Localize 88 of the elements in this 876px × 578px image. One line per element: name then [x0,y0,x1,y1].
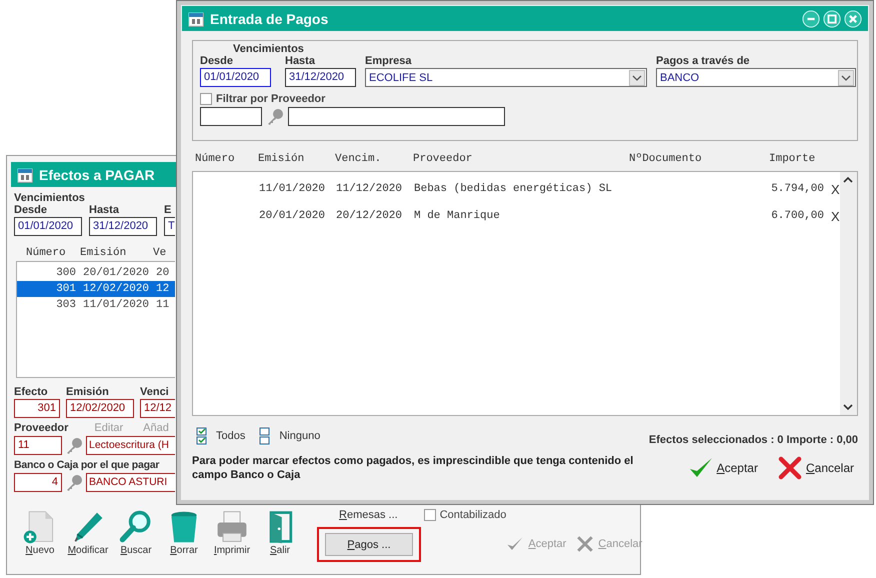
select-all-button[interactable]: Todos [196,427,246,445]
key-icon[interactable] [65,474,83,492]
field-label: Emisión [66,386,110,398]
column-header: Ve [153,247,166,261]
field-label: Venci [140,386,170,398]
calendar-icon [17,166,33,182]
table-cell-text: 5.794,00 [770,182,824,197]
section-label: Vencimientos [14,192,86,204]
empty-boxes-icon [259,427,272,445]
field-label: Efecto [14,386,49,398]
pagos-dropdown[interactable]: BANCO [656,68,856,87]
scrollbar[interactable] [840,172,857,415]
table-cell-text: 20/01/2020 [259,209,326,224]
list-box[interactable]: 300 20/01/2020 20 301 12/02/2020 12 303 11/01/2020 11 [16,261,175,378]
select-none-button[interactable]: Ninguno [259,427,320,445]
table-cell-text: 6.700,00 [770,209,824,224]
name-field[interactable]: Lectoescritura (H [86,436,175,455]
remove-mark[interactable]: X [831,203,840,230]
table-cell-text: 11/01/2020 [259,182,326,197]
date-field[interactable]: 01/01/2020 [14,217,82,236]
field-label: Pagos a través de [656,55,751,67]
input-field[interactable]: 12/12 [140,399,175,418]
checkbox[interactable] [424,509,436,521]
remove-mark[interactable]: X [831,176,840,203]
field-label: Hasta [285,55,316,67]
field-label: Desde [200,55,234,67]
key-icon[interactable] [266,108,284,126]
cross-icon [576,535,594,553]
column-header: Importe [769,153,816,167]
delete-tool-button[interactable]: Borrar [161,509,207,556]
column-header: Emisión [258,153,306,167]
checkbox-label: Contabilizado [440,509,506,521]
calendar-icon [188,10,204,26]
name-field[interactable] [288,107,505,126]
field-label: Desde [14,204,48,216]
input-field[interactable]: 12/02/2020 [66,399,134,418]
column-header: Número [195,153,236,167]
note-text: Para poder marcar efectos como pagados, es imprescindible que tenga contenido el campo Banco o Caja [192,454,634,482]
table-cell-text: 20/12/2020 [336,209,404,224]
column-header: Número [25,247,67,261]
column-header: Proveedor [413,153,474,167]
selection-summary: Efectos seleccionados : 0 Importe : 0,00 [648,434,858,446]
table-cell-text: 11/12/2020 [336,182,404,197]
edit-tool-button[interactable]: Modificar [65,509,111,556]
checkbox-label: Filtrar por Proveedor [216,93,326,105]
table-cell-text: Bebas (bedidas energéticas) SL [414,182,614,197]
key-icon[interactable] [65,436,83,454]
cross-icon [778,456,802,480]
code-field[interactable]: 11 [14,436,62,455]
pagos-button[interactable]: Pagos ... [325,533,413,556]
list-row[interactable]: 303 11/01/2020 11 [17,297,175,313]
column-header: Emisión [80,247,128,261]
code-field[interactable]: 4 [14,473,62,492]
list-row[interactable]: 301 12/02/2020 12 [17,281,175,297]
date-field[interactable]: 01/01/2020 [200,68,271,87]
remesas-link[interactable]: Remesas ... [339,509,398,521]
new-tool-button[interactable]: Nuevo [17,509,63,556]
table-cell-text: M de Manrique [414,209,501,224]
empresa-dropdown[interactable]: ECOLIFE SL [365,68,647,87]
window-title: Efectos a PAGAR [39,166,155,182]
field-label: Empresa [365,55,412,67]
section-label: Vencimientos [232,43,305,55]
exit-tool-button[interactable]: Salir [257,509,303,556]
field-label: Hasta [89,204,120,216]
list-row[interactable]: 300 20/01/2020 20 [17,265,175,281]
accept-button[interactable]: Aceptar [688,456,758,480]
date-field[interactable]: T [164,217,175,236]
close-icon[interactable] [844,10,862,28]
minimize-icon[interactable] [802,10,820,28]
maximize-icon[interactable] [823,10,841,28]
window-title: Entrada de Pagos [210,10,328,26]
code-field[interactable] [200,107,262,126]
search-tool-button[interactable]: Buscar [113,509,159,556]
chevron-down-icon [629,70,645,86]
name-field[interactable]: BANCO ASTURI [86,473,175,492]
input-field[interactable]: 301 [14,399,60,418]
field-label: Proveedor [14,422,68,434]
date-field[interactable]: 31/12/2020 [285,68,356,87]
date-field[interactable]: 31/12/2020 [89,217,157,236]
checkbox[interactable] [200,93,212,105]
column-header: Vencim. [335,153,382,167]
column-header: NºDocumento [629,153,703,167]
field-label: Banco o Caja por el que pagar [14,459,160,471]
field-label: E [164,204,172,216]
print-tool-button[interactable]: Imprimir [209,509,255,556]
chevron-down-icon [838,70,854,86]
checked-boxes-icon [196,427,208,445]
cancel-button[interactable]: Cancelar [778,456,854,480]
